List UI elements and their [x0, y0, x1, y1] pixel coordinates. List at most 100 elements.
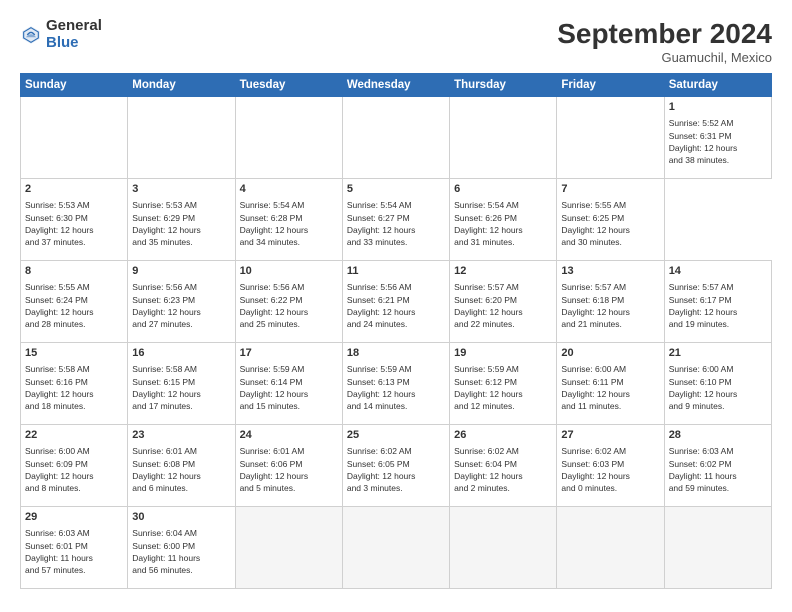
empty-cell: [128, 97, 235, 179]
day-cell-28: 28Sunrise: 6:03 AMSunset: 6:02 PMDayligh…: [664, 425, 771, 507]
day-header-monday: Monday: [128, 74, 235, 97]
day-header-friday: Friday: [557, 74, 664, 97]
empty-cell: [450, 97, 557, 179]
day-header-tuesday: Tuesday: [235, 74, 342, 97]
day-info: Sunrise: 5:56 AMSunset: 6:22 PMDaylight:…: [240, 281, 338, 330]
day-cell-7: 7 Sunrise: 5:55 AMSunset: 6:25 PMDaylight…: [557, 179, 664, 261]
day-cell-4: 4 Sunrise: 5:54 AMSunset: 6:28 PMDaylight…: [235, 179, 342, 261]
day-number: 9: [132, 264, 230, 279]
day-number: 1: [669, 100, 767, 115]
day-number: 24: [240, 428, 338, 443]
day-cell-3: 3Sunrise: 5:53 AMSunset: 6:29 PMDaylight…: [128, 179, 235, 261]
day-number: 4: [240, 182, 338, 197]
day-number: 27: [561, 428, 659, 443]
week-row-5: 22 Sunrise: 6:00 AMSunset: 6:09 PMDayligh…: [21, 425, 772, 507]
day-info: Sunrise: 5:53 AMSunset: 6:30 PMDaylight:…: [25, 199, 123, 248]
day-number: 2: [25, 182, 123, 197]
day-cell-23: 23 Sunrise: 6:01 AMSunset: 6:08 PMDayligh…: [128, 425, 235, 507]
logo-icon: [20, 24, 42, 46]
day-info: Sunrise: 5:55 AMSunset: 6:24 PMDaylight:…: [25, 281, 123, 330]
empty-cell: [342, 97, 449, 179]
day-info: Sunrise: 5:53 AMSunset: 6:29 PMDaylight:…: [132, 199, 230, 248]
day-number: 29: [25, 510, 123, 525]
day-info: Sunrise: 5:55 AMSunset: 6:25 PMDaylight:…: [561, 199, 659, 248]
day-cell-29: 29 Sunrise: 6:03 AMSunset: 6:01 PMDayligh…: [21, 507, 128, 589]
page-header: General Blue September 2024 Guamuchil, M…: [20, 18, 772, 65]
week-row-6: 29 Sunrise: 6:03 AMSunset: 6:01 PMDayligh…: [21, 507, 772, 589]
day-number: 16: [132, 346, 230, 361]
day-cell-22: 22 Sunrise: 6:00 AMSunset: 6:09 PMDayligh…: [21, 425, 128, 507]
logo-text: General Blue: [46, 18, 102, 51]
day-cell-2: 2 Sunrise: 5:53 AMSunset: 6:30 PMDaylight…: [21, 179, 128, 261]
day-info: Sunrise: 6:01 AMSunset: 6:06 PMDaylight:…: [240, 445, 338, 494]
day-cell-18: 18 Sunrise: 5:59 AMSunset: 6:13 PMDayligh…: [342, 343, 449, 425]
day-number: 22: [25, 428, 123, 443]
day-info: Sunrise: 5:59 AMSunset: 6:13 PMDaylight:…: [347, 363, 445, 412]
empty-cell: [342, 507, 449, 589]
day-number: 11: [347, 264, 445, 279]
day-info: Sunrise: 6:02 AMSunset: 6:05 PMDaylight:…: [347, 445, 445, 494]
week-row-2: 2 Sunrise: 5:53 AMSunset: 6:30 PMDaylight…: [21, 179, 772, 261]
day-number: 25: [347, 428, 445, 443]
calendar-table: SundayMondayTuesdayWednesdayThursdayFrid…: [20, 73, 772, 589]
day-cell-8: 8 Sunrise: 5:55 AMSunset: 6:24 PMDaylight…: [21, 261, 128, 343]
day-number: 15: [25, 346, 123, 361]
day-header-wednesday: Wednesday: [342, 74, 449, 97]
day-cell-27: 27 Sunrise: 6:02 AMSunset: 6:03 PMDayligh…: [557, 425, 664, 507]
day-cell-17: 17Sunrise: 5:59 AMSunset: 6:14 PMDayligh…: [235, 343, 342, 425]
day-info: Sunrise: 6:03 AMSunset: 6:01 PMDaylight:…: [25, 527, 123, 576]
logo: General Blue: [20, 18, 102, 51]
day-cell-12: 12 Sunrise: 5:57 AMSunset: 6:20 PMDayligh…: [450, 261, 557, 343]
day-info: Sunrise: 6:03 AMSunset: 6:02 PMDaylight:…: [669, 445, 767, 494]
day-cell-5: 5 Sunrise: 5:54 AMSunset: 6:27 PMDaylight…: [342, 179, 449, 261]
day-info: Sunrise: 5:52 AMSunset: 6:31 PMDaylight:…: [669, 117, 767, 166]
day-info: Sunrise: 5:54 AMSunset: 6:26 PMDaylight:…: [454, 199, 552, 248]
day-info: Sunrise: 5:54 AMSunset: 6:27 PMDaylight:…: [347, 199, 445, 248]
day-info: Sunrise: 5:58 AMSunset: 6:15 PMDaylight:…: [132, 363, 230, 412]
week-row-4: 15 Sunrise: 5:58 AMSunset: 6:16 PMDayligh…: [21, 343, 772, 425]
day-cell-20: 20 Sunrise: 6:00 AMSunset: 6:11 PMDayligh…: [557, 343, 664, 425]
empty-cell: [21, 97, 128, 179]
day-info: Sunrise: 5:57 AMSunset: 6:20 PMDaylight:…: [454, 281, 552, 330]
day-number: 8: [25, 264, 123, 279]
day-number: 12: [454, 264, 552, 279]
day-number: 26: [454, 428, 552, 443]
days-header-row: SundayMondayTuesdayWednesdayThursdayFrid…: [21, 74, 772, 97]
day-header-thursday: Thursday: [450, 74, 557, 97]
day-number: 30: [132, 510, 230, 525]
day-cell-13: 13Sunrise: 5:57 AMSunset: 6:18 PMDayligh…: [557, 261, 664, 343]
day-number: 14: [669, 264, 767, 279]
day-number: 7: [561, 182, 659, 197]
day-number: 20: [561, 346, 659, 361]
day-info: Sunrise: 6:00 AMSunset: 6:11 PMDaylight:…: [561, 363, 659, 412]
day-cell-9: 9Sunrise: 5:56 AMSunset: 6:23 PMDaylight…: [128, 261, 235, 343]
day-info: Sunrise: 5:57 AMSunset: 6:17 PMDaylight:…: [669, 281, 767, 330]
day-number: 19: [454, 346, 552, 361]
day-info: Sunrise: 6:02 AMSunset: 6:03 PMDaylight:…: [561, 445, 659, 494]
day-cell-15: 15 Sunrise: 5:58 AMSunset: 6:16 PMDayligh…: [21, 343, 128, 425]
day-info: Sunrise: 6:00 AMSunset: 6:09 PMDaylight:…: [25, 445, 123, 494]
day-cell-14: 14 Sunrise: 5:57 AMSunset: 6:17 PMDayligh…: [664, 261, 771, 343]
location-subtitle: Guamuchil, Mexico: [557, 50, 772, 65]
day-number: 5: [347, 182, 445, 197]
day-cell-11: 11 Sunrise: 5:56 AMSunset: 6:21 PMDayligh…: [342, 261, 449, 343]
month-title: September 2024: [557, 18, 772, 50]
day-header-saturday: Saturday: [664, 74, 771, 97]
day-cell-26: 26Sunrise: 6:02 AMSunset: 6:04 PMDayligh…: [450, 425, 557, 507]
day-number: 18: [347, 346, 445, 361]
day-cell-24: 24 Sunrise: 6:01 AMSunset: 6:06 PMDayligh…: [235, 425, 342, 507]
day-cell-30: 30Sunrise: 6:04 AMSunset: 6:00 PMDayligh…: [128, 507, 235, 589]
day-info: Sunrise: 5:56 AMSunset: 6:21 PMDaylight:…: [347, 281, 445, 330]
empty-cell: [235, 507, 342, 589]
day-info: Sunrise: 5:54 AMSunset: 6:28 PMDaylight:…: [240, 199, 338, 248]
day-number: 23: [132, 428, 230, 443]
day-number: 6: [454, 182, 552, 197]
day-cell-16: 16 Sunrise: 5:58 AMSunset: 6:15 PMDayligh…: [128, 343, 235, 425]
day-info: Sunrise: 6:00 AMSunset: 6:10 PMDaylight:…: [669, 363, 767, 412]
week-row-1: 1 Sunrise: 5:52 AMSunset: 6:31 PMDaylight…: [21, 97, 772, 179]
day-info: Sunrise: 5:59 AMSunset: 6:12 PMDaylight:…: [454, 363, 552, 412]
day-cell-19: 19 Sunrise: 5:59 AMSunset: 6:12 PMDayligh…: [450, 343, 557, 425]
empty-cell: [557, 507, 664, 589]
day-info: Sunrise: 5:58 AMSunset: 6:16 PMDaylight:…: [25, 363, 123, 412]
day-info: Sunrise: 6:01 AMSunset: 6:08 PMDaylight:…: [132, 445, 230, 494]
